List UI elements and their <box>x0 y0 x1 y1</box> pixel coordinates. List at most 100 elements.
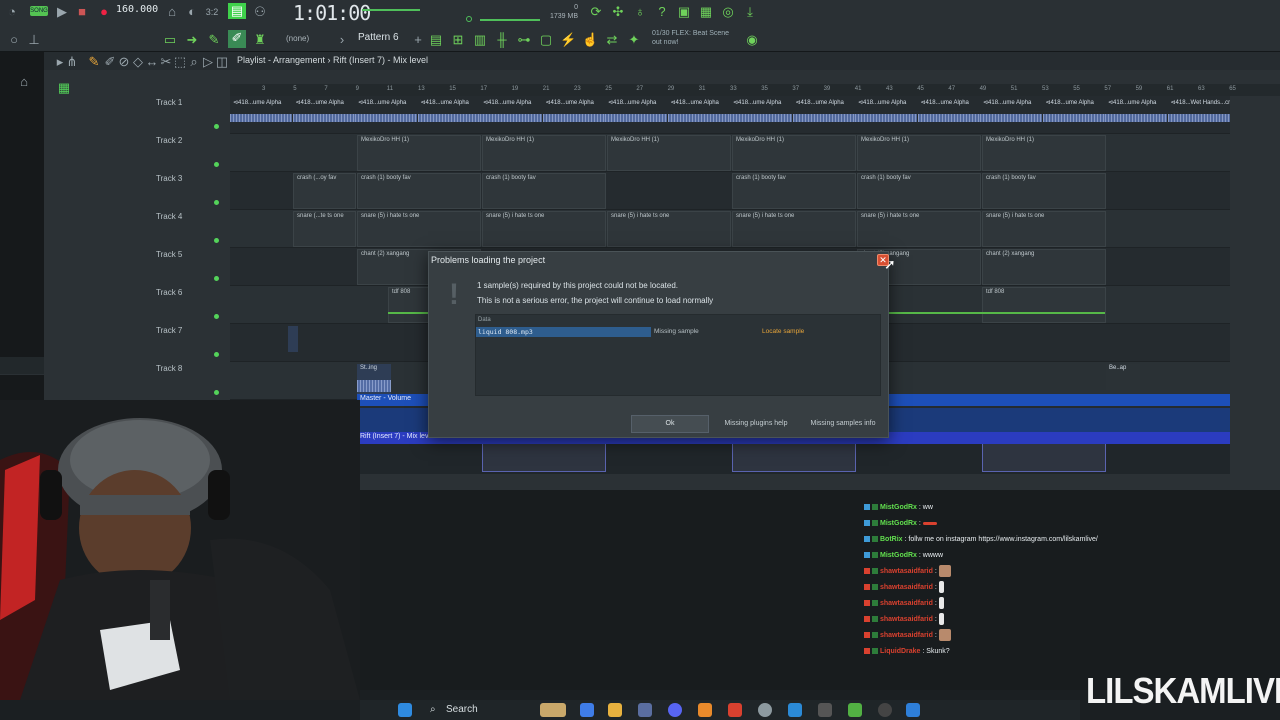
playlist-magnet-icon[interactable]: ⋔ <box>64 54 80 70</box>
small-clip[interactable] <box>288 326 298 352</box>
playlist-pencil-icon[interactable]: ✎ <box>86 54 102 70</box>
track-active-indicator[interactable] <box>214 124 219 129</box>
audio-clip[interactable]: ⊲418...ume Alpha <box>355 98 417 124</box>
pattern-clip[interactable]: snare (5) i hate ts one <box>732 211 856 247</box>
snap-value[interactable]: (none) <box>286 34 309 43</box>
file-explorer-icon[interactable] <box>608 703 622 717</box>
record-icon[interactable]: ● <box>96 4 112 20</box>
browser-circle-icon[interactable]: ○ <box>6 32 22 48</box>
app-icon[interactable] <box>818 703 832 717</box>
audio-clip[interactable]: ⊲418...ume Alpha <box>730 98 792 124</box>
tempo-tap-icon[interactable]: ✦ <box>626 32 642 48</box>
missing-file-name[interactable]: liquid 808.mp3 <box>476 327 651 337</box>
plug-icon[interactable]: ⚡ <box>560 32 576 48</box>
pattern-clip[interactable]: MexikoDro HH (1) <box>482 135 606 171</box>
mixer-icon[interactable]: ▦ <box>698 4 714 20</box>
telegram-icon[interactable] <box>788 703 802 717</box>
pattern-clip[interactable]: crash (1) booty fav <box>857 173 981 209</box>
download-icon[interactable]: ⤓ <box>742 4 758 20</box>
audio-clip[interactable]: ⊲418...ume Alpha <box>480 98 542 124</box>
missing-samples-info-button[interactable]: Missing samples info <box>803 415 883 433</box>
chat-username[interactable]: shawtasaidfarid <box>880 632 933 639</box>
timeline-ruler[interactable]: 3 5 7 9 11 13 15 17 19 21 23 25 27 29 31 33 35 37 39 41 43 45… <box>230 84 1280 96</box>
snap-icon[interactable]: ♜ <box>252 32 268 48</box>
discord-icon[interactable] <box>668 703 682 717</box>
pattern-clip[interactable]: MexikoDro HH (1) <box>732 135 856 171</box>
pattern-clip[interactable]: MexikoDro HH (1) <box>982 135 1106 171</box>
piano-roll-icon[interactable]: ▥ <box>472 32 488 48</box>
audio-clip[interactable]: ⊲418...ume Alpha <box>605 98 667 124</box>
playlist-icon[interactable]: ▤ <box>428 32 444 48</box>
pattern-clip[interactable]: tdf 808 <box>982 287 1106 323</box>
audio-clip[interactable]: ⊲418...ume Alpha <box>980 98 1042 124</box>
brave-icon[interactable] <box>728 703 742 717</box>
audio-clip[interactable]: ⊲418...ume Alpha <box>230 98 292 124</box>
wait-icon[interactable]: ◐ <box>184 4 200 20</box>
save-icon[interactable]: ▣ <box>676 4 692 20</box>
tree-icon[interactable]: ⊶ <box>516 32 532 48</box>
locate-sample-link[interactable]: Locate sample <box>762 327 804 337</box>
track-active-indicator[interactable] <box>214 314 219 319</box>
step-edit-icon[interactable]: ⚇ <box>252 4 268 20</box>
pattern-clip[interactable]: MexikoDro HH (1) <box>607 135 731 171</box>
audio-clip[interactable]: ⊲418...ume Alpha <box>667 98 730 124</box>
audio-clip[interactable]: ⊲418...ume Alpha <box>855 98 917 124</box>
microphone-icon[interactable]: ♁ <box>632 4 648 20</box>
file-icon[interactable]: ▢ <box>538 32 554 48</box>
chat-icon[interactable]: ◎ <box>720 4 736 20</box>
stop-icon[interactable]: ■ <box>74 4 90 20</box>
widget-icon[interactable] <box>540 703 566 717</box>
chat-username[interactable]: shawtasaidfarid <box>880 600 933 607</box>
track-active-indicator[interactable] <box>214 238 219 243</box>
song-mode-icon[interactable]: SONG <box>30 6 48 16</box>
browser-row[interactable] <box>0 357 44 375</box>
keyboard-icon[interactable]: ▭ <box>162 32 178 48</box>
track-active-indicator[interactable] <box>214 162 219 167</box>
loop-icon[interactable]: ⇄ <box>604 32 620 48</box>
pattern-clip[interactable]: snare (5) i hate ts one <box>357 211 481 247</box>
table-row[interactable]: liquid 808.mp3 Missing sample Locate sam… <box>476 327 882 337</box>
xbox-icon[interactable] <box>848 703 862 717</box>
audio-clip[interactable]: ⊲418...Wet Hands...craft Volume Alpha <box>1167 98 1230 124</box>
chat-username[interactable]: shawtasaidfarid <box>880 584 933 591</box>
master-pitch-slider[interactable] <box>480 19 540 21</box>
track-active-indicator[interactable] <box>214 352 219 357</box>
audio-clip[interactable]: ⊲418...ume Alpha <box>542 98 605 124</box>
pattern-clip[interactable]: crash (1) booty fav <box>732 173 856 209</box>
windows-start-icon[interactable] <box>398 703 412 717</box>
countdown-icon[interactable]: 3:2 <box>204 4 220 20</box>
track-active-indicator[interactable] <box>214 200 219 205</box>
pattern-arrow-icon[interactable]: › <box>334 32 350 48</box>
store-icon[interactable] <box>638 703 652 717</box>
master-volume-slider[interactable] <box>362 9 420 11</box>
online-icon[interactable]: ◉ <box>744 32 760 48</box>
pattern-clip[interactable]: crash (...oy fav <box>293 173 356 209</box>
ak-icon[interactable] <box>878 703 892 717</box>
touch-icon[interactable]: ☝ <box>582 32 598 48</box>
arrow-icon[interactable]: ➜ <box>184 32 200 48</box>
audio-clip[interactable]: ⊲418...ume Alpha <box>792 98 855 124</box>
fl-studio-icon[interactable] <box>698 703 712 717</box>
news-ticker[interactable]: 01/30 FLEX: Beat Scene out now! <box>652 29 752 47</box>
track-active-indicator[interactable] <box>214 390 219 395</box>
pattern-clip[interactable]: snare (5) i hate ts one <box>482 211 606 247</box>
pattern-clip[interactable]: crash (1) booty fav <box>357 173 481 209</box>
rift-block[interactable] <box>982 444 1106 472</box>
taskbar-search[interactable]: Search <box>424 702 524 718</box>
play-icon[interactable]: ▶ <box>54 4 70 20</box>
pitch-knob[interactable] <box>466 16 472 22</box>
chat-username[interactable]: BotRix <box>880 536 903 543</box>
audio-clip[interactable]: ⊲418...ume Alpha <box>917 98 980 124</box>
playlist-snap-icon[interactable]: ◫ <box>214 54 230 70</box>
track-active-indicator[interactable] <box>214 276 219 281</box>
audio-clip[interactable]: ⊲418...ume Alpha <box>1105 98 1167 124</box>
pattern-clip[interactable]: chant (2) xangang <box>982 249 1106 285</box>
chat-username[interactable]: MistGodRx <box>880 504 917 511</box>
audio-clip[interactable]: ⊲418...ume Alpha <box>417 98 480 124</box>
chat-username[interactable]: shawtasaidfarid <box>880 616 933 623</box>
help-icon[interactable]: ? <box>654 4 670 20</box>
audio-clip[interactable]: Be..ap <box>1106 364 1140 390</box>
missing-plugins-help-button[interactable]: Missing plugins help <box>717 415 795 433</box>
pattern-selector[interactable]: Pattern 6 <box>358 32 406 46</box>
audio-clip[interactable]: ⊲418...ume Alpha <box>1042 98 1105 124</box>
